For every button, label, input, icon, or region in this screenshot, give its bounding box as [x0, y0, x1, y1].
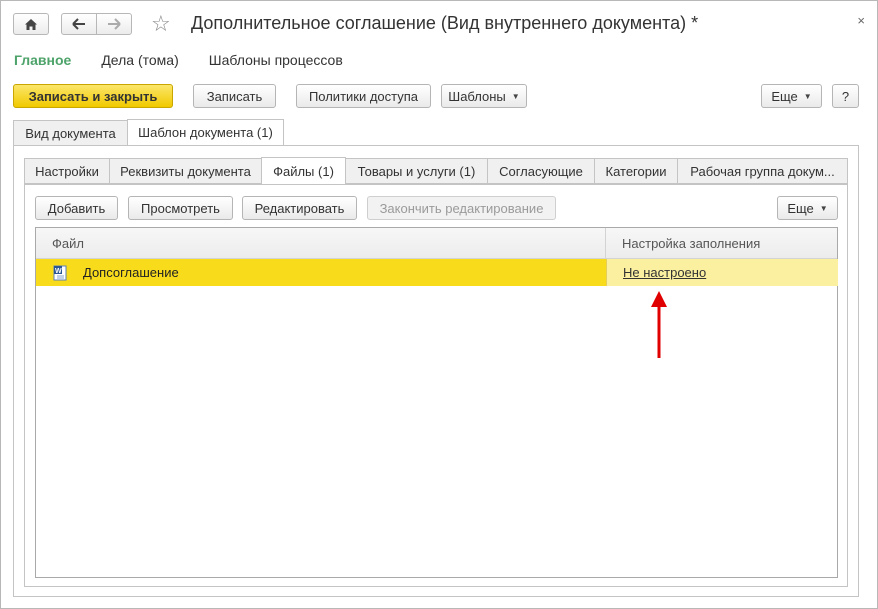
word-document-icon: W [53, 265, 67, 280]
arrow-left-icon [72, 18, 85, 30]
forward-button[interactable] [96, 13, 132, 35]
title-bar: ☆ Дополнительное соглашение (Вид внутрен… [1, 1, 877, 45]
annotation-arrow [651, 291, 667, 358]
files-more-button[interactable]: Еще ▼ [777, 196, 838, 220]
file-name: Допсоглашение [83, 265, 179, 280]
tab-document-attributes[interactable]: Реквизиты документа [109, 158, 262, 184]
help-button[interactable]: ? [832, 84, 859, 108]
templates-button[interactable]: Шаблоны ▼ [441, 84, 527, 108]
document-window: ☆ Дополнительное соглашение (Вид внутрен… [0, 0, 878, 609]
table-row[interactable]: W Допсоглашение Не настроено [36, 259, 838, 286]
templates-label: Шаблоны [448, 88, 506, 104]
save-and-close-button[interactable]: Записать и закрыть [13, 84, 173, 108]
table-header: Файл Настройка заполнения [36, 228, 837, 259]
column-header-fill-setting[interactable]: Настройка заполнения [622, 228, 760, 258]
files-table: Файл Настройка заполнения W Допсоглашени… [35, 227, 838, 578]
column-header-file[interactable]: Файл [52, 228, 84, 258]
dropdown-caret-icon: ▼ [511, 91, 520, 101]
menu-item-process-templates[interactable]: Шаблоны процессов [209, 52, 343, 68]
svg-text:W: W [55, 268, 62, 275]
tab-settings[interactable]: Настройки [24, 158, 110, 184]
fill-setting-cell[interactable]: Не настроено [606, 259, 838, 286]
more-button[interactable]: Еще ▼ [761, 84, 822, 108]
home-icon [25, 18, 37, 30]
tab-categories[interactable]: Категории [594, 158, 678, 184]
files-more-label: Еще [787, 200, 814, 216]
file-cell[interactable]: W Допсоглашение [36, 259, 606, 286]
menu-item-main[interactable]: Главное [14, 52, 71, 68]
access-policies-button[interactable]: Политики доступа [296, 84, 431, 108]
arrow-right-icon [108, 18, 121, 30]
window-title: Дополнительное соглашение (Вид внутренне… [191, 13, 699, 33]
dropdown-caret-icon: ▼ [803, 91, 812, 101]
not-configured-link[interactable]: Не настроено [623, 265, 706, 280]
save-button[interactable]: Записать [193, 84, 276, 108]
column-divider [605, 228, 606, 258]
back-button[interactable] [61, 13, 97, 35]
view-file-button[interactable]: Просмотреть [128, 196, 233, 220]
tab-document-type[interactable]: Вид документа [13, 120, 128, 146]
tab-work-group[interactable]: Рабочая группа докум... [677, 158, 848, 184]
add-file-button[interactable]: Добавить [35, 196, 118, 220]
finish-editing-button[interactable]: Закончить редактирование [367, 196, 556, 220]
menu-item-cases[interactable]: Дела (тома) [101, 52, 178, 68]
tab-approvers[interactable]: Согласующие [487, 158, 595, 184]
tab-goods-services[interactable]: Товары и услуги (1) [345, 158, 488, 184]
home-button[interactable] [13, 13, 49, 35]
more-label: Еще [771, 88, 798, 104]
tab-files[interactable]: Файлы (1) [261, 157, 346, 185]
close-icon[interactable]: × [857, 13, 865, 28]
favorite-star-icon[interactable]: ☆ [151, 11, 171, 37]
dropdown-caret-icon: ▼ [819, 203, 828, 213]
tab-document-template[interactable]: Шаблон документа (1) [127, 119, 284, 146]
edit-file-button[interactable]: Редактировать [242, 196, 357, 220]
section-menu: Главное Дела (тома) Шаблоны процессов [14, 52, 373, 68]
